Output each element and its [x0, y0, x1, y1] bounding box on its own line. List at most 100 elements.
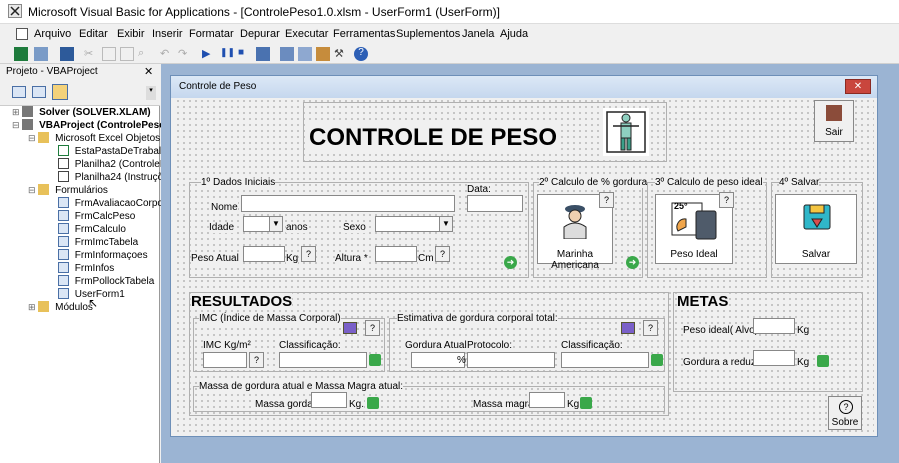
check-icon [817, 355, 829, 367]
menu-depurar[interactable]: Depurar [240, 28, 280, 40]
userform-icon [58, 210, 69, 221]
help-circle-icon: ? [839, 400, 853, 414]
break-icon[interactable]: ❚❚ [220, 47, 235, 61]
tree-node-form[interactable]: FrmAvaliacaoCorporal [58, 197, 174, 209]
altura-input[interactable] [375, 246, 417, 262]
undo-icon[interactable]: ↶ [160, 47, 174, 61]
protocolo-value [467, 352, 555, 368]
imc-help-button[interactable]: ? [365, 320, 380, 336]
menu-arquivo[interactable]: Arquivo [34, 28, 71, 40]
tree-node-vbaproject[interactable]: ⊟ VBAProject (ControlePeso [12, 119, 165, 131]
salvar-button[interactable]: Salvar [775, 194, 857, 264]
tree-node-form[interactable]: FrmCalculo [58, 223, 126, 235]
tree-node-form[interactable]: FrmImcTabela [58, 236, 138, 248]
imc-kgm2-label: IMC Kg/m² [203, 340, 251, 351]
imc-frame-title: IMC (Índice de Massa Corporal) [199, 313, 341, 324]
calendar-table-icon[interactable] [621, 322, 635, 334]
run-icon[interactable]: ▶ [202, 47, 216, 61]
next-arrow-icon[interactable]: ➜ [504, 256, 517, 269]
menu-editar[interactable]: Editar [79, 28, 108, 40]
estimativa-help-button[interactable]: ? [643, 320, 658, 336]
close-icon[interactable]: ✕ [144, 65, 153, 78]
estimativa-title: Estimativa de gordura corporal total: [397, 313, 558, 324]
folder-icon [38, 132, 50, 143]
find-icon[interactable]: ⌕ [138, 47, 152, 61]
tree-node-solver[interactable]: ⊞ Solver (SOLVER.XLAM) [12, 106, 151, 118]
chevron-down-icon: ▼ [439, 217, 452, 231]
project-explorer-icon[interactable] [280, 47, 294, 61]
check-icon [651, 354, 663, 366]
cut-icon[interactable]: ✂ [84, 47, 98, 61]
view-object-icon[interactable] [32, 86, 46, 98]
paste-icon[interactable] [120, 47, 134, 61]
tree-node-form[interactable]: FrmPollockTabela [58, 275, 154, 287]
close-button[interactable]: ✕ [845, 79, 871, 94]
peso-ideal-help-button[interactable]: ? [719, 192, 734, 208]
menu-ferramentas[interactable]: Ferramentas [333, 28, 395, 40]
imc-value-help-button[interactable]: ? [249, 352, 264, 368]
massa-gorda-label: Massa gorda [255, 399, 313, 410]
scroll-down-icon[interactable]: ▾ [146, 86, 156, 100]
chevron-down-icon: ▼ [269, 217, 282, 231]
copy-icon[interactable] [102, 47, 116, 61]
menu-bar: Arquivo Editar Exibir Inserir Formatar D… [0, 24, 899, 44]
view-code-icon[interactable] [12, 86, 26, 98]
tree-node-forms[interactable]: ⊟ Formulários [28, 184, 108, 196]
toggle-folders-icon[interactable] [52, 84, 68, 100]
tree-node-form[interactable]: FrmInformaçoes [58, 249, 148, 261]
menu-executar[interactable]: Executar [285, 28, 328, 40]
tree-node-sheet[interactable]: Planilha24 (Instruções) [58, 171, 177, 183]
userform-icon [58, 275, 69, 286]
insert-userform-icon[interactable] [34, 47, 48, 61]
idade-select[interactable]: ▼ [243, 216, 283, 232]
tree-node-modules[interactable]: ⊞ Módulos [28, 301, 93, 313]
userform-icon [58, 249, 69, 260]
tree-node-workbook[interactable]: EstaPastaDeTrabalho [58, 145, 172, 157]
help-icon[interactable]: ? [354, 47, 368, 61]
project-explorer: Projeto - VBAProject ✕ ▾ ⊞ Solver (SOLVE… [0, 64, 183, 463]
excel-icon[interactable] [14, 47, 28, 61]
menu-exibir[interactable]: Exibir [117, 28, 145, 40]
menu-ajuda[interactable]: Ajuda [500, 28, 528, 40]
excel-view-icon[interactable] [16, 28, 28, 40]
tree-node-excel-objects[interactable]: ⊟ Microsoft Excel Objetos [28, 132, 160, 144]
save-icon[interactable] [60, 47, 74, 61]
toolbox-icon[interactable]: ⚒ [334, 47, 348, 61]
redo-icon[interactable]: ↷ [178, 47, 192, 61]
imc-classificacao-value [279, 352, 367, 368]
sair-button[interactable]: Sair [814, 100, 854, 142]
tree-node-form[interactable]: FrmInfos [58, 262, 114, 274]
menu-suplementos[interactable]: Suplementos [396, 28, 460, 40]
properties-icon[interactable] [298, 47, 312, 61]
menu-inserir[interactable]: Inserir [152, 28, 183, 40]
metas-title: METAS [677, 293, 729, 310]
sobre-button[interactable]: ? Sobre [828, 396, 862, 430]
peso-help-button[interactable]: ? [301, 246, 316, 262]
sailor-icon [562, 203, 588, 240]
menu-formatar[interactable]: Formatar [189, 28, 234, 40]
gordura-help-button[interactable]: ? [599, 192, 614, 208]
peso-atual-input[interactable] [243, 246, 285, 262]
massa-gorda-value [311, 392, 347, 408]
calendar-table-icon[interactable] [343, 322, 357, 334]
userform-icon [58, 223, 69, 234]
tree-node-form[interactable]: FrmCalcPeso [58, 210, 135, 222]
standard-toolbar: ✂ ⌕ ↶ ↷ ▶ ❚❚ ■ ⚒ ? [0, 44, 899, 64]
protocolo-label: Protocolo: [467, 340, 513, 351]
project-explorer-toolbar: ▾ [0, 80, 160, 106]
massa-frame-title: Massa de gordura atual e Massa Magra atu… [199, 381, 403, 392]
next-arrow-icon[interactable]: ➜ [626, 256, 639, 269]
reset-icon[interactable]: ■ [238, 47, 252, 61]
object-browser-icon[interactable] [316, 47, 330, 61]
userform-caption: Controle de Peso [179, 81, 257, 92]
check-icon [367, 397, 379, 409]
sexo-select[interactable]: ▼ [375, 216, 453, 232]
section4-title: 4º Salvar [779, 177, 820, 188]
userform-window[interactable]: Controle de Peso ✕ CONTROLE DE PESO Sair… [170, 75, 878, 437]
data-input[interactable] [467, 195, 523, 212]
nome-input[interactable] [241, 195, 455, 212]
design-mode-icon[interactable] [256, 47, 270, 61]
menu-janela[interactable]: Janela [462, 28, 494, 40]
altura-help-button[interactable]: ? [435, 246, 450, 262]
gordura-reduzir-label: Gordura a reduzir [683, 357, 762, 368]
